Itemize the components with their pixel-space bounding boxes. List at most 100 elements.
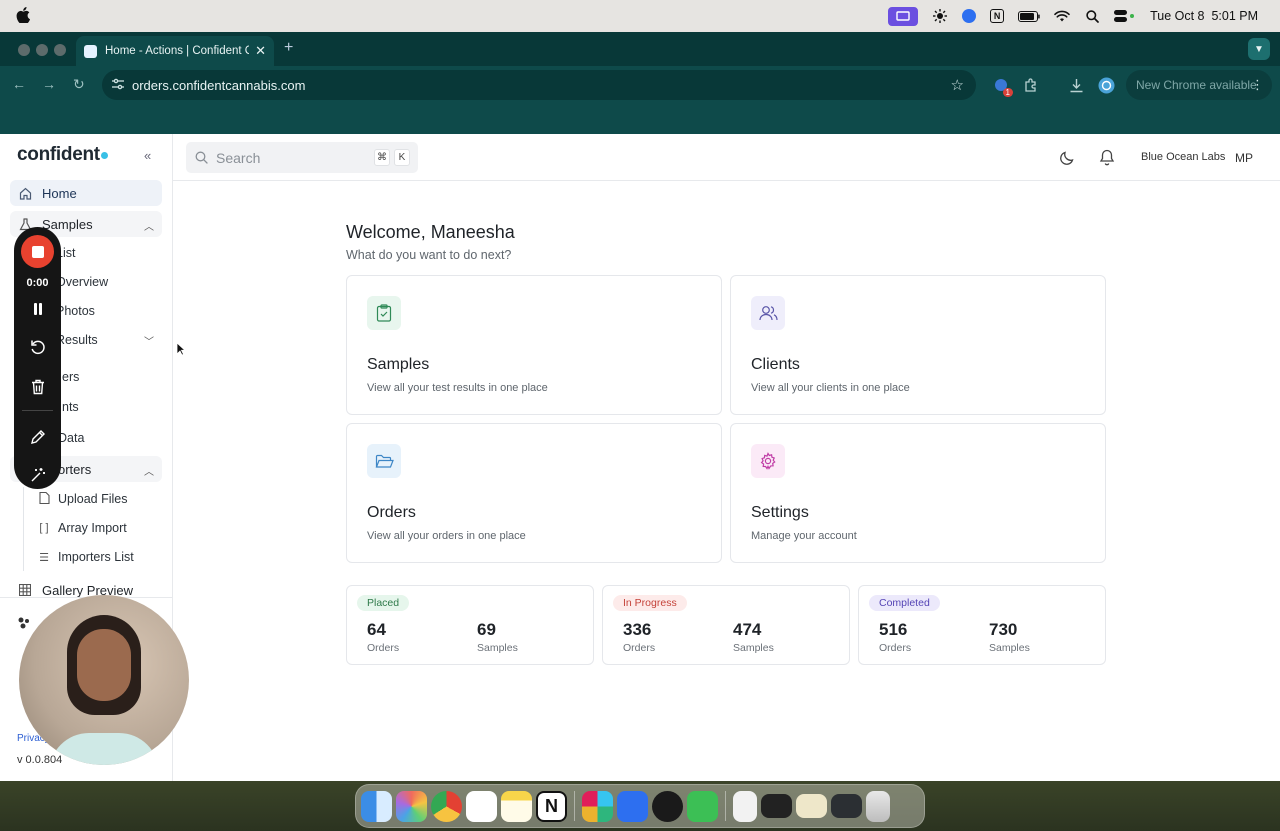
document-icon[interactable] xyxy=(733,790,757,822)
puzzle-extensions-icon[interactable] xyxy=(1022,76,1040,94)
chevron-down-icon[interactable]: ﹀ xyxy=(144,333,154,348)
forward-button[interactable]: → xyxy=(42,76,56,92)
chatgpt-icon[interactable] xyxy=(652,790,683,822)
card-title: Orders xyxy=(367,504,416,521)
sidebar-subitem-upload-files[interactable]: Upload Files xyxy=(38,488,127,510)
sidebar-item-clients[interactable]: nts xyxy=(62,396,79,418)
sidebar-subitem-photos[interactable]: Photos xyxy=(56,300,95,322)
stop-recording-button[interactable] xyxy=(21,235,54,268)
sidebar-subitem-results[interactable]: Results ﹀ xyxy=(56,329,162,351)
webcam-bubble[interactable] xyxy=(19,595,189,765)
clients-card[interactable]: Clients View all your clients in one pla… xyxy=(730,275,1106,415)
numbers-icon[interactable] xyxy=(687,790,718,822)
terminal-window-icon[interactable] xyxy=(761,794,792,818)
webcam-person xyxy=(49,615,159,765)
browser-toolbar: ← → ↻ orders.confidentcannabis.com ☆ 1 N… xyxy=(0,66,1280,104)
restart-button[interactable] xyxy=(28,337,48,357)
clipboard-check-icon xyxy=(376,304,392,322)
download-icon[interactable] xyxy=(1067,76,1085,94)
sidebar-item-orders[interactable]: ers xyxy=(62,366,79,388)
chevron-up-icon[interactable]: ︿ xyxy=(144,218,154,233)
extension-icon[interactable]: 1 xyxy=(992,76,1013,97)
window-minimize-button[interactable] xyxy=(36,44,48,56)
card-title: Samples xyxy=(367,356,430,373)
orders-card[interactable]: Orders View all your orders in one place xyxy=(346,423,722,563)
chrome-icon[interactable] xyxy=(431,790,462,822)
launchpad-icon[interactable] xyxy=(396,790,427,822)
stat-card-completed[interactable]: Completed 516 Orders 730 Samples xyxy=(858,585,1106,665)
menubar-clock[interactable]: Tue Oct 8 5:01 PM xyxy=(1150,9,1258,23)
sidebar-item-label: Samples xyxy=(42,216,93,232)
app-window-icon[interactable] xyxy=(831,794,862,818)
browser-tab[interactable]: Home - Actions | Confident C ✕ xyxy=(76,36,274,66)
confident-logo[interactable]: confident xyxy=(17,144,108,166)
control-center-icon[interactable] xyxy=(1114,8,1136,24)
notion-icon[interactable]: N xyxy=(536,790,567,822)
magic-wand-icon xyxy=(31,468,45,482)
search-icon xyxy=(195,151,208,164)
chevron-up-icon[interactable]: ︿ xyxy=(144,463,154,478)
settings-card[interactable]: Settings Manage your account xyxy=(730,423,1106,563)
new-tab-button[interactable]: + xyxy=(284,39,293,57)
reminders-icon[interactable] xyxy=(466,790,497,822)
community-icon[interactable] xyxy=(17,616,31,630)
wifi-icon[interactable] xyxy=(1054,8,1070,24)
delete-button[interactable] xyxy=(28,377,48,397)
bookmark-star-icon[interactable]: ☆ xyxy=(951,76,964,94)
window-close-button[interactable] xyxy=(18,44,30,56)
new-chrome-available-button[interactable]: New Chrome available ⋮ xyxy=(1126,70,1272,100)
url-text: orders.confidentcannabis.com xyxy=(132,77,306,93)
sidebar-item-data[interactable]: Data xyxy=(58,427,84,449)
screen-share-icon[interactable] xyxy=(888,6,919,26)
card-icon-bg xyxy=(751,444,785,478)
brightness-icon[interactable] xyxy=(932,8,948,24)
trash-icon[interactable] xyxy=(866,790,890,822)
battery-icon[interactable] xyxy=(1018,8,1040,24)
samples-card[interactable]: Samples View all your test results in on… xyxy=(346,275,722,415)
pencil-icon xyxy=(31,430,45,444)
window-zoom-button[interactable] xyxy=(54,44,66,56)
finder-icon[interactable] xyxy=(361,790,392,822)
reload-button[interactable]: ↻ xyxy=(73,76,85,93)
orders-count: 336 xyxy=(623,620,652,639)
pause-button[interactable] xyxy=(28,299,48,319)
card-title: Clients xyxy=(751,356,800,373)
sidebar-item-label: Home xyxy=(42,185,77,201)
tab-search-button[interactable]: ▼ xyxy=(1248,38,1270,60)
preview-window-icon[interactable] xyxy=(796,794,827,818)
list-icon: ☰ xyxy=(39,551,49,564)
stat-card-in-progress[interactable]: In Progress 336 Orders 474 Samples xyxy=(602,585,850,665)
search-input[interactable]: Search ⌘ K xyxy=(186,142,418,173)
zoom-icon[interactable] xyxy=(617,790,648,822)
browser-chrome: Home - Actions | Confident C ✕ + ▼ ← → ↻… xyxy=(0,32,1280,134)
moon-icon[interactable] xyxy=(1059,150,1075,166)
sidebar-subitem-overview[interactable]: Overview xyxy=(56,271,108,293)
collapse-sidebar-icon[interactable]: « xyxy=(144,148,151,163)
draw-button[interactable] xyxy=(28,427,48,447)
site-info-icon[interactable] xyxy=(112,78,124,90)
avatar[interactable]: MP xyxy=(1229,143,1259,173)
macos-dock: N xyxy=(355,784,925,828)
profile-icon[interactable] xyxy=(1097,76,1115,94)
slack-icon[interactable] xyxy=(582,790,613,822)
address-bar[interactable]: orders.confidentcannabis.com ☆ xyxy=(102,70,976,100)
organization-name[interactable]: Blue Ocean Labs xyxy=(1141,151,1225,163)
back-button[interactable]: ← xyxy=(12,76,26,92)
notes-icon[interactable] xyxy=(501,790,532,822)
spotlight-search-icon[interactable] xyxy=(1084,8,1100,24)
notion-icon[interactable]: N xyxy=(990,9,1005,23)
effects-button[interactable] xyxy=(28,465,48,485)
stat-card-placed[interactable]: Placed 64 Orders 69 Samples xyxy=(346,585,594,665)
recorder-toolbar: 0:00 xyxy=(14,227,61,489)
bell-icon[interactable] xyxy=(1099,149,1115,166)
status-badge: In Progress xyxy=(613,595,687,611)
sidebar-item-home[interactable]: Home xyxy=(10,180,162,206)
apple-logo-icon[interactable] xyxy=(16,7,30,23)
more-menu-icon[interactable]: ⋮ xyxy=(1251,77,1264,93)
zoom-app-icon[interactable] xyxy=(962,9,977,23)
sidebar-subitem-importers-list[interactable]: ☰ Importers List xyxy=(38,546,134,568)
tab-close-icon[interactable]: ✕ xyxy=(255,43,266,59)
stop-icon xyxy=(31,245,44,258)
restart-icon xyxy=(31,340,45,355)
sidebar-subitem-array-import[interactable]: [ ] Array Import xyxy=(38,517,126,539)
